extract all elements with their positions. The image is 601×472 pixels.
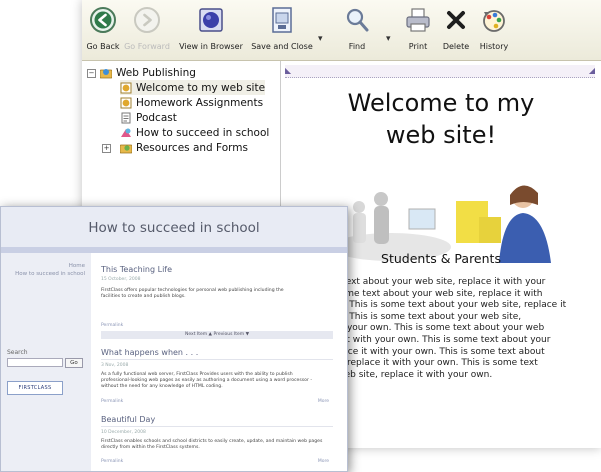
blog-sidebar: Home How to succeed in school Search Go … [1,253,91,471]
web-publishing-icon [99,67,113,79]
expand-toggle[interactable]: + [102,144,111,153]
body-line: own. This is some text about your web si… [325,300,567,311]
view-in-browser-button[interactable]: View in Browser [176,4,246,58]
body-line: is some text about your web site, replac… [325,288,543,299]
body-line: replace it with your own. This is some t… [325,346,545,357]
delete-button[interactable]: Delete [438,4,474,58]
ruler: ◣ ◢ [285,65,595,78]
tree-item-blog[interactable]: How to succeed in school [120,125,269,140]
post-more-link[interactable]: More [318,459,329,464]
body-line: site, replace it with your own. This is … [325,358,538,369]
delete-label: Delete [442,42,470,51]
tree-item-web-publishing[interactable]: Web Publishing [99,65,196,80]
tree-item-homework[interactable]: Homework Assignments [120,95,263,110]
page-heading: Welcome to my web site! [281,87,601,151]
save-and-close-label: Save and Close [251,42,313,51]
go-back-button[interactable]: Go Back [82,4,124,58]
sidebar-link-home[interactable]: Home [69,263,85,269]
forward-arrow-icon [134,7,160,33]
body-line: ur web site, replace it with your own. [325,369,493,380]
delete-x-icon [447,11,465,29]
go-forward-button[interactable]: Go Forward [124,4,170,58]
firstclass-badge[interactable]: FIRSTCLASS [7,381,63,395]
save-options-dropdown[interactable]: ▾ [318,34,323,44]
search-label: Search [7,349,28,356]
tree-item-podcast[interactable]: Podcast [120,110,177,125]
blog-header: How to succeed in school [1,207,347,247]
print-label: Print [408,42,428,51]
body-line: own. This is some text about your web si… [325,311,522,322]
post-permalink[interactable]: Permalink [101,459,123,464]
post-date: 3 Nov, 2008 [101,363,129,368]
post-date: 15 October, 2008 [101,277,141,282]
history-label: History [479,42,509,51]
post-body-line: without the need for any knowledge of HT… [101,384,223,389]
body-text: me text about your web site, replace it … [325,277,575,381]
body-line: ace it with your own. This is some text … [325,334,551,345]
search-go-button[interactable]: Go [65,358,83,368]
tree-item-resources[interactable]: Resources and Forms [119,140,248,155]
post-permalink[interactable]: Permalink [101,399,123,404]
tree-item-label: Homework Assignments [136,96,264,109]
find-button[interactable]: Find [334,4,380,58]
blog-title: How to succeed in school [88,220,260,236]
podcast-icon [120,112,132,124]
folder-icon [119,142,133,154]
post-body: FirstClass enables schools and school di… [101,439,331,451]
save-and-close-button[interactable]: Save and Close [250,4,314,58]
tree-item-label: Web Publishing [116,66,196,79]
tree-item-label: How to succeed in school [136,126,270,139]
tree-item-welcome[interactable]: Welcome to my web site [120,80,266,95]
post-date: 10 December, 2008 [101,430,146,435]
body-line: me text about your web site, replace it … [325,277,546,287]
view-in-browser-label: View in Browser [179,42,243,51]
divider [101,426,333,427]
ruler-left-marker: ◣ [285,66,292,75]
blog-content: This Teaching Life 15 October, 2008 Firs… [93,253,343,471]
printer-icon [406,8,430,32]
post-body: FirstClass offers popular technologies f… [101,288,331,300]
post-more-link[interactable]: More [318,399,329,404]
heading-line-1: Welcome to my [347,89,535,117]
post-title[interactable]: What happens when . . . [101,348,198,357]
tree-item-label: Welcome to my web site [136,81,266,94]
find-label: Find [348,42,366,51]
blog-preview-window: How to succeed in school Home How to suc… [0,206,348,472]
toolbar: Go Back Go Forward View in Browser Save … [82,0,601,61]
find-options-dropdown[interactable]: ▾ [386,34,391,44]
tree-item-label: Resources and Forms [136,141,248,154]
blog-icon [120,127,132,139]
tree-item-label: Podcast [136,111,177,124]
heading-line-2: web site! [385,121,497,149]
post-navigation[interactable]: Next Item ▲ Previous Item ▼ [101,331,333,339]
go-forward-label: Go Forward [124,42,170,51]
post-body: As a fully functional web server, FirstC… [101,372,331,390]
magnifier-icon [346,8,369,32]
history-button[interactable]: History [474,4,514,58]
web-page-icon [120,97,132,109]
body-line: with your own. This is some text about y… [325,323,545,334]
ruler-right-marker: ◢ [588,66,595,75]
post-body-line: facilities to create and publish blogs. [101,294,186,299]
history-icon [483,10,505,32]
search-input[interactable] [7,358,63,367]
back-arrow-icon [90,7,116,33]
go-back-label: Go Back [86,42,120,51]
post-title[interactable]: Beautiful Day [101,415,155,424]
browser-globe-icon [199,8,223,32]
save-document-icon [272,7,292,33]
sidebar-link-blog[interactable]: How to succeed in school [15,271,85,277]
post-body-line: directly from within the FirstClass syst… [101,445,200,450]
divider [101,359,333,360]
post-permalink[interactable]: Permalink [101,323,123,328]
web-page-icon [120,82,132,94]
print-button[interactable]: Print [400,4,436,58]
post-title[interactable]: This Teaching Life [101,265,172,274]
collapse-toggle[interactable]: − [87,69,96,78]
